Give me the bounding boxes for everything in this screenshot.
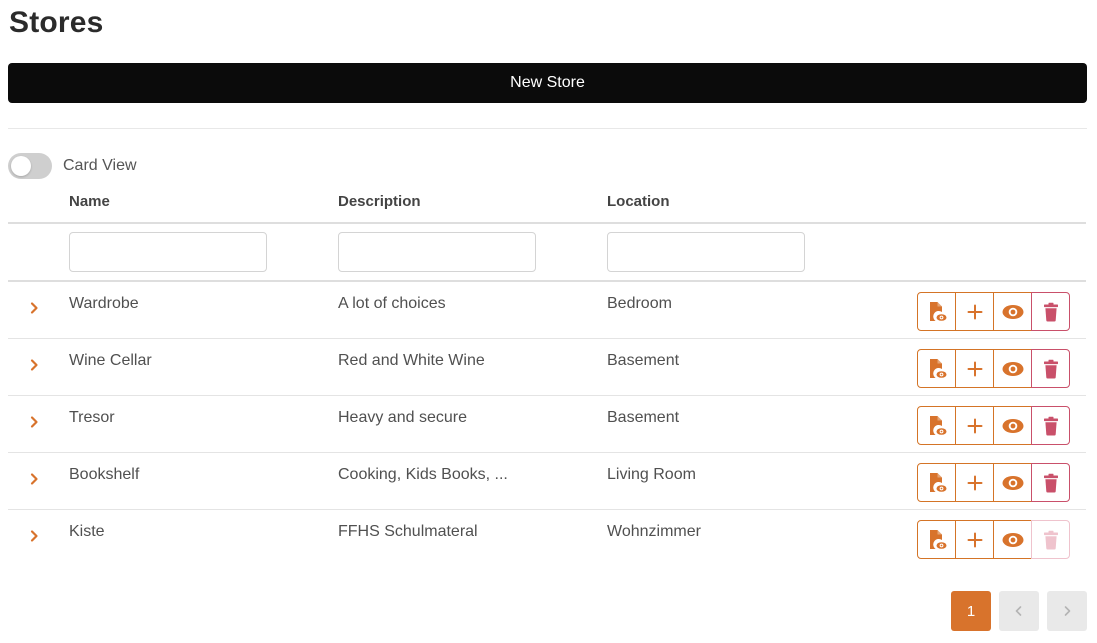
column-header-name: Name bbox=[69, 193, 110, 210]
view-button[interactable] bbox=[993, 406, 1032, 445]
plus-icon bbox=[967, 532, 982, 547]
row-actions bbox=[917, 349, 1070, 388]
page-1-button[interactable]: 1 bbox=[951, 591, 991, 631]
table-row: Wine Cellar Red and White Wine Basement bbox=[8, 339, 1086, 396]
view-document-button[interactable] bbox=[917, 406, 956, 445]
cell-description: Heavy and secure bbox=[338, 409, 467, 426]
eye-icon bbox=[1002, 475, 1023, 490]
view-document-button[interactable] bbox=[917, 520, 956, 559]
cell-description: Red and White Wine bbox=[338, 352, 485, 369]
cell-description: Cooking, Kids Books, ... bbox=[338, 466, 508, 483]
file-eye-icon bbox=[929, 301, 946, 321]
eye-icon bbox=[1002, 418, 1023, 433]
cell-name: Wine Cellar bbox=[69, 352, 152, 369]
expand-row-button[interactable] bbox=[26, 357, 42, 373]
expand-row-button[interactable] bbox=[26, 471, 42, 487]
toggle-knob bbox=[11, 156, 31, 176]
add-item-button[interactable] bbox=[955, 406, 994, 445]
delete-button[interactable] bbox=[1031, 349, 1070, 388]
eye-icon bbox=[1002, 532, 1023, 547]
plus-icon bbox=[967, 475, 982, 490]
view-document-button[interactable] bbox=[917, 463, 956, 502]
cell-name: Kiste bbox=[69, 523, 105, 540]
chevron-right-icon bbox=[30, 416, 38, 428]
table-row: Tresor Heavy and secure Basement bbox=[8, 396, 1086, 453]
trash-icon bbox=[1043, 416, 1058, 435]
delete-button[interactable] bbox=[1031, 406, 1070, 445]
cell-name: Tresor bbox=[69, 409, 115, 426]
view-button[interactable] bbox=[993, 463, 1032, 502]
file-eye-icon bbox=[929, 472, 946, 492]
trash-icon bbox=[1043, 359, 1058, 378]
page-title: Stores bbox=[9, 6, 104, 39]
row-actions bbox=[917, 520, 1070, 559]
eye-icon bbox=[1002, 361, 1023, 376]
chevron-left-icon bbox=[1015, 606, 1022, 616]
eye-icon bbox=[1002, 304, 1023, 319]
expand-row-button[interactable] bbox=[26, 528, 42, 544]
cell-location: Bedroom bbox=[607, 295, 672, 312]
view-document-button[interactable] bbox=[917, 349, 956, 388]
card-view-toggle[interactable] bbox=[8, 153, 52, 179]
trash-icon bbox=[1043, 473, 1058, 492]
cell-name: Bookshelf bbox=[69, 466, 140, 483]
cell-name: Wardrobe bbox=[69, 295, 139, 312]
cell-location: Living Room bbox=[607, 466, 696, 483]
file-eye-icon bbox=[929, 529, 946, 549]
cell-location: Basement bbox=[607, 352, 680, 369]
table-row: Bookshelf Cooking, Kids Books, ... Living … bbox=[8, 453, 1086, 510]
cell-description: A lot of choices bbox=[338, 295, 446, 312]
table-row: Kiste FFHS Schulmateral Wohnzimmer bbox=[8, 510, 1086, 567]
column-header-location: Location bbox=[607, 193, 670, 210]
row-actions bbox=[917, 406, 1070, 445]
row-actions bbox=[917, 463, 1070, 502]
delete-button[interactable] bbox=[1031, 292, 1070, 331]
delete-button[interactable] bbox=[1031, 520, 1070, 559]
view-button[interactable] bbox=[993, 349, 1032, 388]
plus-icon bbox=[967, 361, 982, 376]
card-view-label: Card View bbox=[63, 157, 137, 174]
plus-icon bbox=[967, 418, 982, 433]
previous-page-button[interactable] bbox=[999, 591, 1039, 631]
view-button[interactable] bbox=[993, 520, 1032, 559]
plus-icon bbox=[967, 304, 982, 319]
expand-row-button[interactable] bbox=[26, 414, 42, 430]
trash-icon bbox=[1043, 302, 1058, 321]
name-filter-input[interactable] bbox=[69, 232, 267, 272]
description-filter-input[interactable] bbox=[338, 232, 536, 272]
chevron-right-icon bbox=[30, 530, 38, 542]
delete-button[interactable] bbox=[1031, 463, 1070, 502]
view-button[interactable] bbox=[993, 292, 1032, 331]
header-divider bbox=[8, 222, 1086, 224]
location-filter-input[interactable] bbox=[607, 232, 805, 272]
file-eye-icon bbox=[929, 415, 946, 435]
add-item-button[interactable] bbox=[955, 349, 994, 388]
chevron-right-icon bbox=[30, 359, 38, 371]
expand-row-button[interactable] bbox=[26, 300, 42, 316]
table-row: Wardrobe A lot of choices Bedroom bbox=[8, 282, 1086, 339]
column-header-description: Description bbox=[338, 193, 421, 210]
cell-location: Wohnzimmer bbox=[607, 523, 701, 540]
add-item-button[interactable] bbox=[955, 520, 994, 559]
chevron-right-icon bbox=[30, 473, 38, 485]
add-item-button[interactable] bbox=[955, 463, 994, 502]
row-actions bbox=[917, 292, 1070, 331]
file-eye-icon bbox=[929, 358, 946, 378]
view-document-button[interactable] bbox=[917, 292, 956, 331]
cell-location: Basement bbox=[607, 409, 680, 426]
new-store-button[interactable]: New Store bbox=[8, 63, 1087, 103]
add-item-button[interactable] bbox=[955, 292, 994, 331]
chevron-right-icon bbox=[1064, 606, 1071, 616]
cell-description: FFHS Schulmateral bbox=[338, 523, 478, 540]
trash-icon bbox=[1043, 530, 1058, 549]
divider bbox=[8, 128, 1087, 129]
chevron-right-icon bbox=[30, 302, 38, 314]
next-page-button[interactable] bbox=[1047, 591, 1087, 631]
